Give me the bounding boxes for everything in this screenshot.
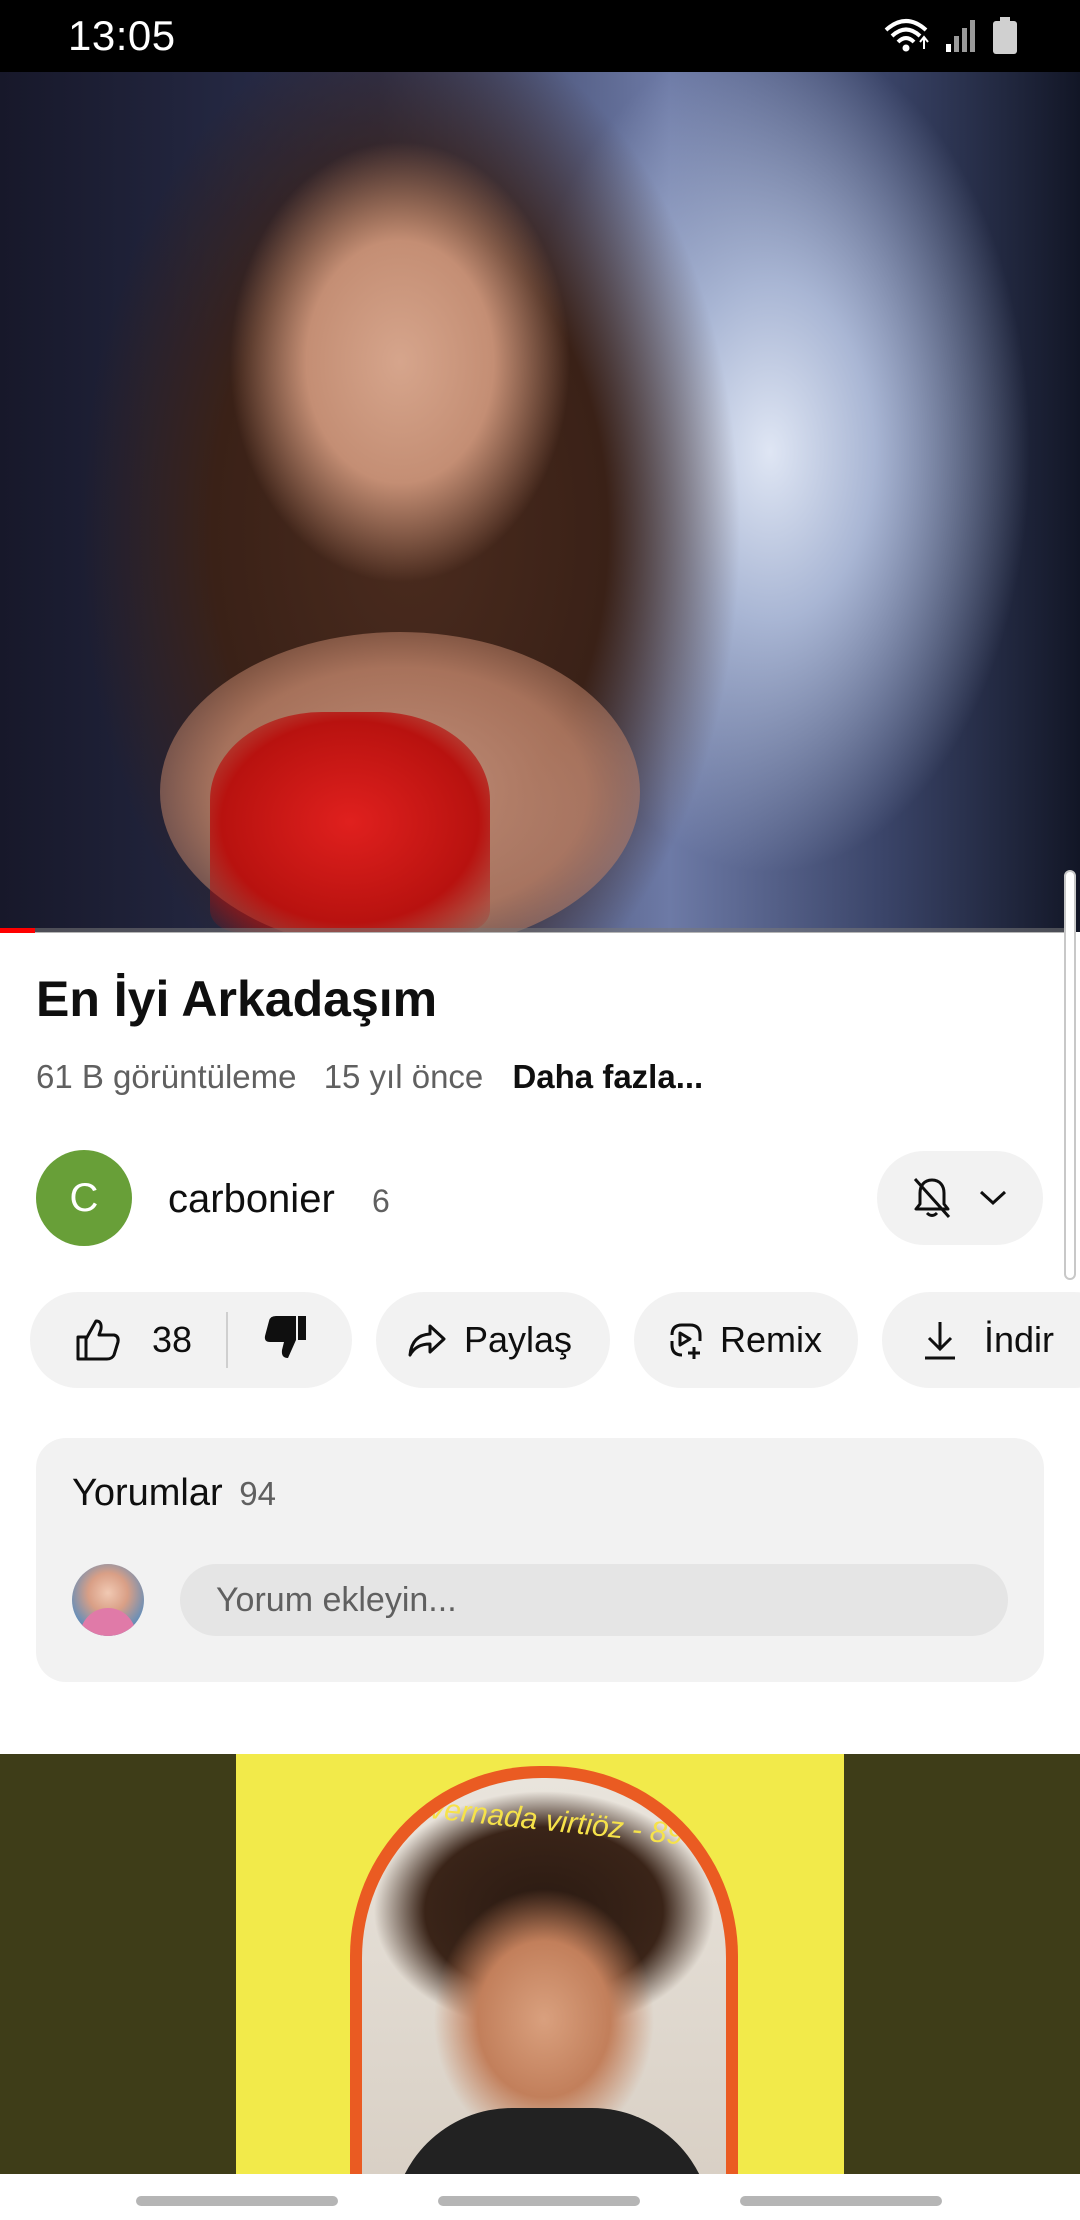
channel-name[interactable]: carbonier [168,1177,335,1222]
like-dislike-chip: 38 [30,1292,352,1388]
subscriber-count: 6 [372,1183,390,1219]
share-icon [408,1324,446,1357]
remix-button[interactable]: Remix [634,1292,858,1388]
video-frame-dress [210,712,490,932]
album-cover-frame: tavernada virtiöz - 89 [350,1766,738,2174]
like-count: 38 [152,1319,193,1360]
album-cover: tavernada virtiöz - 89 [236,1754,844,2174]
view-count: 61 B görüntüleme [36,1058,297,1095]
comments-header: Yorumlar 94 [72,1472,276,1515]
share-button[interactable]: Paylaş [376,1292,610,1388]
signal-icon [946,20,975,52]
comments-count: 94 [239,1475,276,1512]
remix-icon [670,1323,702,1359]
thumbs-up-icon[interactable] [74,1317,122,1363]
album-cover-text: tavernada virtiöz - 89 [403,1789,686,1852]
nav-pill-center[interactable] [438,2196,640,2206]
share-label: Paylaş [464,1319,573,1360]
gesture-nav-bar [0,2174,1080,2220]
video-progress-bar[interactable] [0,928,1065,933]
download-button[interactable]: İndir [882,1292,1080,1388]
download-icon [925,1322,955,1360]
chevron-down-icon [979,1190,1007,1206]
status-bar: 13:05 [0,0,1080,72]
comments-title: Yorumlar [72,1472,223,1514]
upload-age: 15 yıl önce [323,1058,484,1095]
like-divider [226,1312,228,1368]
remix-label: Remix [720,1319,823,1360]
wifi-icon [884,19,929,52]
next-video-thumbnail[interactable]: tavernada virtiöz - 89 [0,1754,1080,2174]
more-link[interactable]: Daha fazla... [512,1058,703,1095]
nav-pill-left[interactable] [136,2196,338,2206]
scroll-handle[interactable] [1064,870,1076,1280]
album-cover-portrait: tavernada virtiöz - 89 [362,1778,726,2174]
video-title[interactable]: En İyi Arkadaşım [36,970,437,1028]
video-progress-fill [0,928,36,933]
action-bar: 38 Paylaş Remix İndir [30,1292,1080,1388]
bell-off-icon [913,1177,951,1219]
nav-pill-right[interactable] [740,2196,942,2206]
subscribed-notifications-button[interactable] [877,1151,1043,1245]
video-meta[interactable]: 61 B görüntüleme 15 yıl önce Daha fazla.… [36,1058,721,1096]
video-player[interactable] [0,72,1080,932]
channel-avatar[interactable]: C [36,1150,132,1246]
comment-input[interactable]: Yorum ekleyin... [180,1564,1008,1636]
battery-icon [993,17,1017,54]
comments-card[interactable]: Yorumlar 94 Yorum ekleyin... [36,1438,1044,1682]
status-time: 13:05 [68,12,176,59]
status-icons [882,17,1018,55]
thumbs-down-icon[interactable] [262,1314,310,1362]
album-cover-suit [392,2108,712,2174]
user-avatar [72,1564,144,1636]
download-label: İndir [984,1319,1055,1360]
